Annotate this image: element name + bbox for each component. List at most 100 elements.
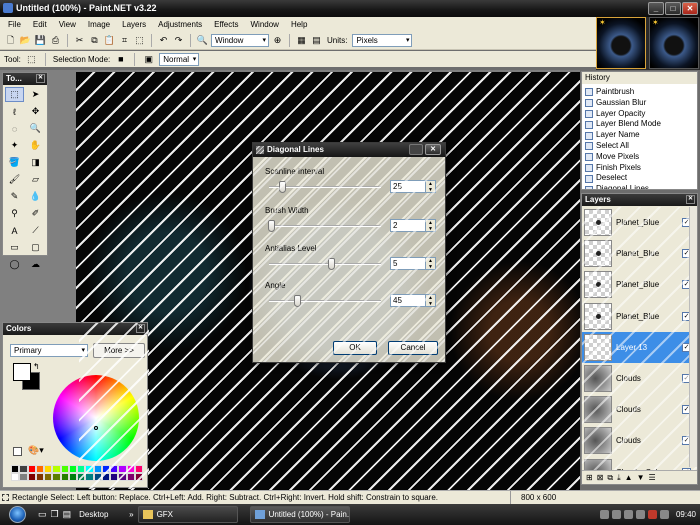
history-item[interactable]: Move Pixels: [585, 152, 661, 163]
move-selection-tool-icon[interactable]: ➤: [26, 87, 45, 102]
rectangle-tool-icon[interactable]: ▭: [5, 240, 24, 255]
tools-panel-title[interactable]: To... ✕: [3, 73, 47, 85]
paint-bucket-tool-icon[interactable]: 🪣: [5, 155, 24, 170]
value-slider[interactable]: [268, 220, 381, 232]
grid-icon[interactable]: ▦: [295, 34, 308, 47]
pan-tool-icon[interactable]: ✋: [26, 138, 45, 153]
palette-swatch[interactable]: [35, 465, 44, 473]
switch-windows-icon[interactable]: ❐: [51, 509, 59, 520]
primary-secondary-dropdown[interactable]: Primary: [10, 344, 88, 357]
palette-swatch[interactable]: [110, 465, 119, 473]
more-colors-button[interactable]: More >>: [93, 343, 145, 358]
layers-scrollbar[interactable]: [689, 207, 697, 467]
save-icon[interactable]: 💾: [34, 34, 47, 47]
rounded-rectangle-tool-icon[interactable]: ▢: [26, 240, 45, 255]
paintbrush-tool-icon[interactable]: 🖌: [5, 172, 24, 187]
taskbar-item-gfx[interactable]: GFX: [137, 506, 238, 523]
palette-swatch[interactable]: [134, 473, 143, 481]
history-panel-title[interactable]: History: [582, 72, 697, 84]
zoom-tool-icon[interactable]: 🔍: [26, 121, 45, 136]
magic-wand-tool-icon[interactable]: ✦: [5, 138, 24, 153]
menu-effects[interactable]: Effects: [208, 17, 244, 32]
eraser-tool-icon[interactable]: ▱: [26, 172, 45, 187]
gradient-tool-icon[interactable]: ◨: [26, 155, 45, 170]
ok-button[interactable]: OK: [333, 341, 377, 355]
minimize-button[interactable]: _: [648, 2, 664, 15]
palette-swatch[interactable]: [19, 473, 28, 481]
move-layer-up-icon[interactable]: ▲: [625, 473, 633, 482]
history-item[interactable]: Layer Blend Mode: [585, 119, 661, 130]
spin-buttons[interactable]: ▲ ▼: [426, 257, 436, 270]
taskbar-item-paintnet[interactable]: Untitled (100%) - Pain...: [249, 506, 350, 523]
history-item[interactable]: Paintbrush: [585, 87, 661, 98]
palette-swatch[interactable]: [27, 465, 36, 473]
layer-row[interactable]: Clouds ✓: [582, 425, 697, 456]
open-folder-icon[interactable]: 📂: [19, 34, 32, 47]
value-slider[interactable]: [269, 181, 381, 193]
menu-file[interactable]: File: [2, 17, 27, 32]
rectangle-select-tool-icon[interactable]: ⬚: [5, 87, 24, 102]
palette-swatch[interactable]: [93, 473, 102, 481]
palette-swatch[interactable]: [11, 473, 20, 481]
layer-row[interactable]: Planet_Blue ✓: [582, 301, 697, 332]
palette-swatch[interactable]: [68, 473, 77, 481]
value-slider[interactable]: [269, 258, 381, 270]
value-input[interactable]: 25: [390, 180, 426, 193]
text-tool-icon[interactable]: A: [5, 223, 24, 238]
palette-swatch[interactable]: [101, 473, 110, 481]
delete-layer-icon[interactable]: ⊠: [597, 473, 604, 482]
slider-thumb[interactable]: [268, 220, 276, 232]
value-slider[interactable]: [269, 295, 381, 307]
layer-row[interactable]: Clouds ✓: [582, 394, 697, 425]
history-item[interactable]: Gaussian Blur: [585, 98, 661, 109]
blend-mode-dropdown[interactable]: Normal: [159, 52, 200, 66]
show-desktop-icon[interactable]: ▭: [38, 509, 47, 520]
history-item[interactable]: Deselect: [585, 173, 661, 184]
value-input[interactable]: 45: [390, 294, 426, 307]
rulers-icon[interactable]: ▤: [310, 34, 323, 47]
palette-swatch[interactable]: [77, 465, 86, 473]
palette-swatch[interactable]: [85, 465, 94, 473]
layer-properties-icon[interactable]: ☰: [649, 473, 656, 482]
crop-icon[interactable]: ⌗: [118, 34, 131, 47]
palette-menu-icon[interactable]: 🎨▾: [28, 445, 44, 456]
menu-adjustments[interactable]: Adjustments: [152, 17, 208, 32]
palette-swatch[interactable]: [110, 473, 119, 481]
palette-swatch[interactable]: [52, 473, 61, 481]
primary-color-swatch[interactable]: [13, 363, 31, 381]
start-button[interactable]: [0, 504, 34, 525]
close-button[interactable]: ✕: [682, 2, 698, 15]
history-item[interactable]: Layer Name: [585, 130, 661, 141]
tray-icon[interactable]: [635, 510, 645, 519]
value-input[interactable]: 5: [390, 257, 426, 270]
desktop-toolbar-label[interactable]: Desktop: [79, 510, 129, 519]
slider-thumb[interactable]: [294, 295, 301, 307]
move-selected-tool-icon[interactable]: ✥: [26, 104, 45, 119]
lasso-tool-icon[interactable]: ℓ: [5, 104, 24, 119]
slider-thumb[interactable]: [327, 258, 335, 270]
palette-swatch[interactable]: [44, 465, 53, 473]
dialog-minimize-button[interactable]: [409, 144, 423, 155]
palette-swatch[interactable]: [77, 473, 86, 481]
pencil-tool-icon[interactable]: ✎: [5, 189, 24, 204]
zoom-icon[interactable]: 🔍: [196, 34, 209, 47]
print-icon[interactable]: ⎙: [49, 34, 62, 47]
color-wheel[interactable]: [53, 375, 139, 461]
zoom-in-icon[interactable]: ⊕: [271, 34, 284, 47]
color-picker-tool-icon[interactable]: 💧: [26, 189, 45, 204]
tray-icon[interactable]: [599, 510, 609, 519]
palette-swatch[interactable]: [118, 473, 127, 481]
explorer-icon[interactable]: ▤: [63, 509, 72, 520]
antivirus-tray-icon[interactable]: [647, 510, 657, 519]
layers-panel-title[interactable]: Layers ✕: [582, 194, 697, 206]
layer-row[interactable]: Planet_Blue ✓: [582, 269, 697, 300]
add-layer-icon[interactable]: ⊞: [586, 473, 593, 482]
ellipse-tool-icon[interactable]: ◯: [5, 257, 24, 272]
menu-help[interactable]: Help: [285, 17, 313, 32]
window-titlebar[interactable]: Untitled (100%) - Paint.NET v3.22 _ □ ✕: [0, 0, 700, 17]
palette-swatch[interactable]: [11, 465, 20, 473]
freeform-shape-tool-icon[interactable]: ☁: [26, 257, 45, 272]
palette-swatch[interactable]: [52, 465, 61, 473]
dialog-titlebar[interactable]: Diagonal Lines ✕: [253, 143, 445, 157]
clone-stamp-tool-icon[interactable]: ⚲: [5, 206, 24, 221]
